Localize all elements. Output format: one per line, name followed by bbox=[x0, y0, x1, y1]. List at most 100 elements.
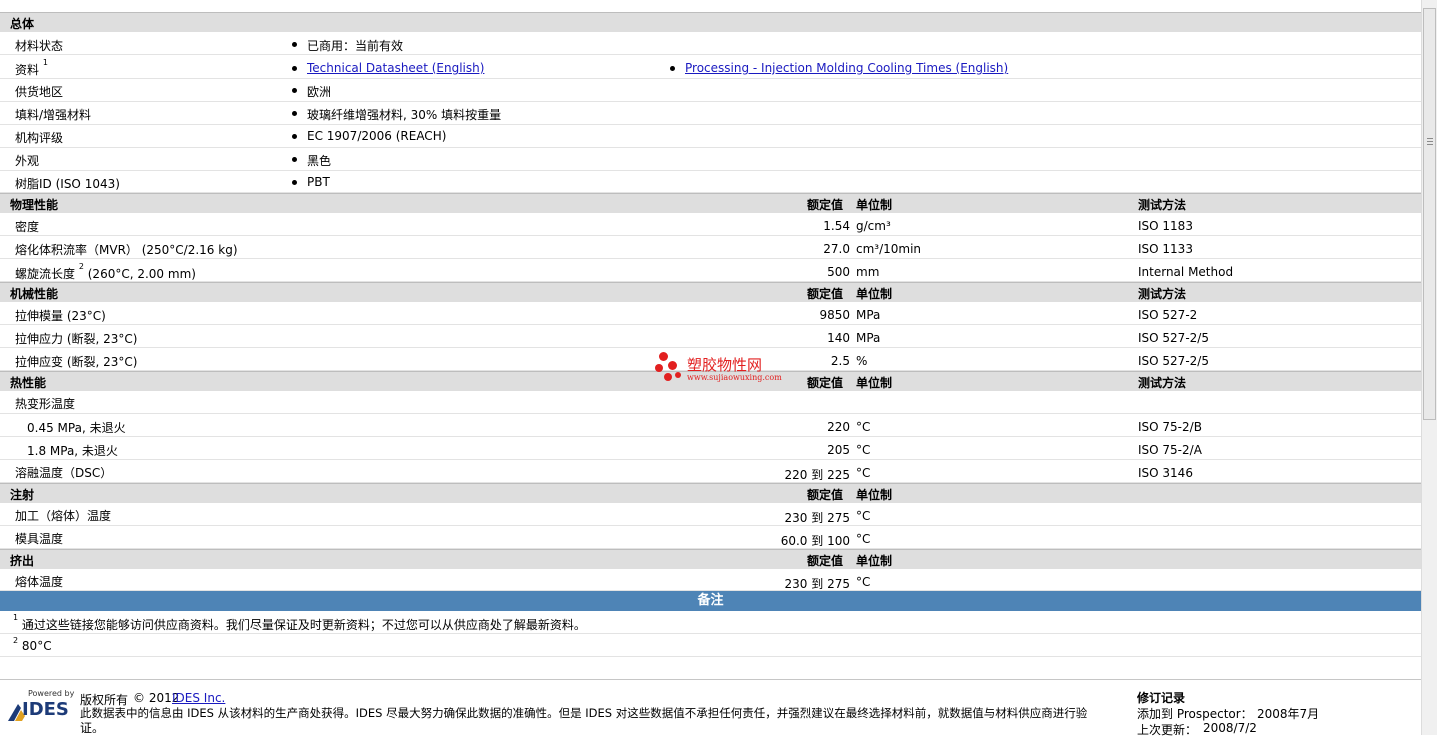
col-header-method: 测试方法 bbox=[1138, 376, 1187, 390]
row-unit: °C bbox=[856, 509, 871, 523]
row-method: ISO 75-2/B bbox=[1138, 420, 1202, 434]
section-header-physical: 物理性能 额定值 单位制 测试方法 bbox=[0, 193, 1421, 213]
row-value: EC 1907/2006 (REACH) bbox=[307, 129, 447, 143]
col-header-unit: 单位制 bbox=[856, 488, 893, 502]
scrollbar-thumb[interactable] bbox=[1423, 8, 1436, 420]
col-header-unit: 单位制 bbox=[856, 554, 893, 568]
notes-title: 备注 bbox=[697, 593, 724, 608]
row-label: 供货地区 bbox=[15, 85, 64, 99]
range-to: 100 bbox=[827, 534, 850, 548]
range-from: 220 bbox=[784, 468, 808, 482]
row-value: 欧洲 bbox=[307, 85, 332, 99]
row-value: 140 bbox=[827, 331, 850, 345]
col-header-unit: 单位制 bbox=[856, 287, 893, 301]
bullet-icon bbox=[292, 66, 297, 71]
section-title: 机械性能 bbox=[10, 287, 59, 301]
watermark-dot bbox=[659, 352, 668, 361]
footnote-number: 1 bbox=[13, 613, 19, 622]
row-label: 机构评级 bbox=[15, 131, 64, 145]
row-unit: mm bbox=[856, 265, 880, 279]
general-row-status: 材料状态 已商用：当前有效 bbox=[0, 32, 1421, 55]
ides-link[interactable]: IDES Inc. bbox=[172, 691, 225, 705]
row-label: 资料 1 bbox=[15, 58, 48, 78]
watermark-dot bbox=[655, 364, 663, 372]
row-unit: MPa bbox=[856, 331, 881, 345]
injection-row-melt-temp: 加工（熔体）温度 230 到 275 °C bbox=[0, 503, 1421, 526]
row-unit: cm³/10min bbox=[856, 242, 922, 256]
row-method: ISO 75-2/A bbox=[1138, 443, 1202, 457]
updated-value: 2008/7/2 bbox=[1203, 721, 1257, 735]
note-text: 2 80°C bbox=[13, 636, 52, 653]
row-unit: g/cm³ bbox=[856, 219, 891, 233]
row-method: ISO 527-2/5 bbox=[1138, 354, 1209, 368]
footer: Powered by IDES 版权所有 © 2012 IDES Inc. 此数… bbox=[0, 679, 1421, 737]
section-title: 挤出 bbox=[10, 554, 35, 568]
watermark-name: 塑胶物性网 bbox=[687, 356, 763, 374]
bullet-icon bbox=[292, 134, 297, 139]
vertical-scrollbar[interactable] bbox=[1421, 0, 1437, 735]
row-unit: MPa bbox=[856, 308, 881, 322]
watermark-dot bbox=[664, 373, 672, 381]
row-label: 0.45 MPa, 未退火 bbox=[27, 421, 126, 435]
row-value: 1.54 bbox=[823, 219, 850, 233]
technical-datasheet-link[interactable]: Technical Datasheet (English) bbox=[307, 61, 484, 75]
row-label: 材料状态 bbox=[15, 39, 64, 53]
range-from: 230 bbox=[784, 511, 808, 525]
physical-row-spiral-flow: 螺旋流长度 2 (260°C, 2.00 mm) 500 mm Internal… bbox=[0, 259, 1421, 282]
row-value: 已商用：当前有效 bbox=[307, 39, 404, 53]
cooling-times-link[interactable]: Processing - Injection Molding Cooling T… bbox=[685, 61, 1008, 75]
footnote-ref: 2 bbox=[78, 262, 84, 271]
row-unit: °C bbox=[856, 466, 871, 480]
bullet-icon bbox=[292, 111, 297, 116]
general-row-filler: 填料/增强材料 玻璃纤维增强材料, 30% 填料按重量 bbox=[0, 102, 1421, 125]
row-label: 模具温度 bbox=[15, 532, 64, 546]
extrusion-row-melt-temp: 熔体温度 230 到 275 °C bbox=[0, 569, 1421, 591]
note-body: 通过这些链接您能够访问供应商资料。我们尽量保证及时更新资料；不过您可以从供应商处… bbox=[21, 618, 586, 632]
bullet-icon bbox=[292, 42, 297, 47]
col-header-nominal: 额定值 bbox=[807, 376, 844, 390]
range-to: 275 bbox=[827, 511, 850, 525]
row-range: 220 到 225 bbox=[785, 466, 850, 483]
footnote-ref: 1 bbox=[42, 58, 48, 67]
col-header-nominal: 额定值 bbox=[807, 198, 844, 212]
row-label-text: 螺旋流长度 bbox=[15, 267, 76, 281]
row-label: 熔体温度 bbox=[15, 575, 64, 589]
col-header-method: 测试方法 bbox=[1138, 287, 1187, 301]
row-value: 220 bbox=[827, 420, 850, 434]
range-to-word: 到 bbox=[811, 468, 824, 482]
row-value: 9850 bbox=[819, 308, 850, 322]
note-item-1: 1 通过这些链接您能够访问供应商资料。我们尽量保证及时更新资料；不过您可以从供应… bbox=[0, 611, 1421, 634]
scrollbar-grip-icon bbox=[1427, 138, 1433, 147]
row-label: 树脂ID (ISO 1043) bbox=[15, 177, 120, 191]
section-title: 热性能 bbox=[10, 376, 47, 390]
injection-row-mold-temp: 模具温度 60.0 到 100 °C bbox=[0, 526, 1421, 549]
thermal-row-hdt-18: 1.8 MPa, 未退火 205 °C ISO 75-2/A bbox=[0, 437, 1421, 460]
section-title: 总体 bbox=[10, 17, 35, 31]
range-from: 60.0 bbox=[780, 534, 808, 548]
disclaimer-line-1: 此数据表中的信息由 IDES 从该材料的生产商处获得。IDES 尽最大努力确保此… bbox=[80, 706, 1088, 720]
row-value: 500 bbox=[827, 265, 850, 279]
range-to: 225 bbox=[827, 468, 850, 482]
range-to-word: 到 bbox=[811, 577, 824, 591]
range-to: 275 bbox=[827, 577, 850, 591]
general-row-documents: 资料 1 Technical Datasheet (English) Proce… bbox=[0, 55, 1421, 79]
row-value: PBT bbox=[307, 175, 330, 189]
row-label: 溶融温度（DSC） bbox=[15, 466, 113, 480]
general-row-region: 供货地区 欧洲 bbox=[0, 79, 1421, 102]
section-header-injection: 注射 额定值 单位制 bbox=[0, 483, 1421, 503]
general-row-appearance: 外观 黑色 bbox=[0, 148, 1421, 171]
row-label: 螺旋流长度 2 (260°C, 2.00 mm) bbox=[15, 262, 196, 282]
row-value: 205 bbox=[827, 443, 850, 457]
col-header-unit: 单位制 bbox=[856, 198, 893, 212]
watermark-dot bbox=[668, 361, 677, 370]
watermark-url: www.sujiaowuxing.com bbox=[687, 373, 782, 382]
section-header-mechanical: 机械性能 额定值 单位制 测试方法 bbox=[0, 282, 1421, 302]
row-unit: °C bbox=[856, 443, 871, 457]
note-item-2: 2 80°C bbox=[0, 634, 1421, 657]
thermal-row-melt: 溶融温度（DSC） 220 到 225 °C ISO 3146 bbox=[0, 460, 1421, 483]
row-label: 热变形温度 bbox=[15, 397, 76, 411]
ides-logo: Powered by IDES bbox=[6, 689, 74, 725]
row-label: 外观 bbox=[15, 154, 40, 168]
notes-header: 备注 bbox=[0, 591, 1421, 611]
range-to-word: 到 bbox=[811, 511, 824, 525]
